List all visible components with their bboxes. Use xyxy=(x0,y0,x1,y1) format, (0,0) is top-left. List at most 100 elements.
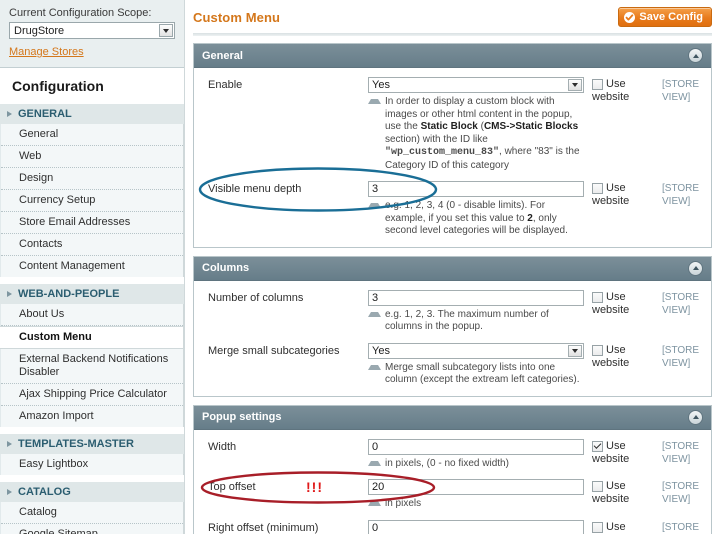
input-number-of-columns[interactable]: 3 xyxy=(368,289,584,306)
nav-group-catalog[interactable]: CATALOG xyxy=(0,481,184,502)
input-right-offset-minimum[interactable]: 0 xyxy=(368,519,584,534)
nav-group-templates-master[interactable]: TEMPLATES-MASTER xyxy=(0,433,184,454)
scope-select[interactable]: DrugStore xyxy=(9,22,175,39)
input-top-offset[interactable]: 20 xyxy=(368,479,584,495)
use-website-number-of-columns[interactable]: Use website xyxy=(584,290,654,317)
use-website-checkbox[interactable] xyxy=(592,481,603,492)
field-label-visible-menu-depth: Visible menu depth xyxy=(208,183,302,195)
collapse-section-icon[interactable] xyxy=(688,260,703,276)
scope-link-width[interactable]: [STORE VIEW] xyxy=(654,439,703,466)
chevron-right-icon xyxy=(7,441,12,447)
sidebar-item-label: External Backend Notifications Disabler xyxy=(19,353,169,378)
section-header-general[interactable]: General xyxy=(194,44,711,68)
use-website-label-line1: Use xyxy=(606,182,626,194)
field-control-width: 0 in pixels, (0 - no fixed width) xyxy=(368,438,584,471)
field-row-merge-small-subcategories: Merge small subcategories Yes Merge small … xyxy=(194,342,711,387)
nav-group-items: General Web Design Currency Setup Store Emai… xyxy=(0,124,184,277)
sidebar-item-web[interactable]: Web xyxy=(1,146,183,168)
manage-stores-link[interactable]: Manage Stores xyxy=(9,46,84,58)
scope-link-right-offset-minimum[interactable]: [STOREVIEW] xyxy=(654,520,703,534)
chevron-right-icon xyxy=(7,291,12,297)
hint-triangle-icon xyxy=(368,460,381,466)
collapse-section-icon[interactable] xyxy=(688,48,703,63)
nav-group-items: About Us Custom Menu External Backend Noti… xyxy=(0,304,184,427)
sidebar-item-label: Store Email Addresses xyxy=(19,216,131,228)
scope-link-merge-small-subcategories[interactable]: [STORE VIEW] xyxy=(654,343,703,370)
scope-link-line1: [STORE xyxy=(662,521,700,533)
field-control-enable: Yes In order to display a custom block wi… xyxy=(368,77,584,172)
scope-link-line1: [STORE xyxy=(662,344,700,356)
use-website-top-offset[interactable]: Use website xyxy=(584,479,654,506)
collapse-section-icon[interactable] xyxy=(688,409,703,425)
scope-link-visible-menu-depth[interactable]: [STORE VIEW] xyxy=(654,181,703,208)
scope-link-line2: VIEW] xyxy=(662,494,691,505)
sidebar-item-label: Google Sitemap xyxy=(19,528,98,534)
admin-page: Current Configuration Scope: DrugStore M… xyxy=(0,0,720,534)
sidebar-item-ajax-shipping-price-calculator[interactable]: Ajax Shipping Price Calculator xyxy=(1,384,183,406)
chevron-down-icon[interactable] xyxy=(159,24,173,37)
sidebar-item-external-backend-notifications-disabler[interactable]: External Backend Notifications Disabler xyxy=(1,349,183,384)
sidebar-item-store-email-addresses[interactable]: Store Email Addresses xyxy=(1,212,183,234)
save-config-button[interactable]: Save Config xyxy=(618,7,712,27)
use-website-checkbox[interactable] xyxy=(592,440,603,452)
use-website-checkbox[interactable] xyxy=(592,183,603,194)
scope-link-enable[interactable]: [STORE VIEW] xyxy=(654,77,703,104)
sidebar-item-label: Currency Setup xyxy=(19,194,96,206)
use-website-right-offset-minimum[interactable]: Usewebsite xyxy=(584,520,654,534)
use-website-label-line1: Use xyxy=(606,343,626,356)
sidebar-item-amazon-import[interactable]: Amazon Import xyxy=(1,406,183,427)
use-website-merge-small-subcategories[interactable]: Use website xyxy=(584,343,654,370)
sidebar-item-contacts[interactable]: Contacts xyxy=(1,234,183,256)
scope-link-top-offset[interactable]: [STORE VIEW] xyxy=(654,479,703,506)
hint-triangle-icon xyxy=(368,311,381,317)
use-website-checkbox[interactable] xyxy=(592,291,603,303)
field-control-merge-small-subcategories: Yes Merge small subcategory lists into on… xyxy=(368,342,584,387)
nav-group-general[interactable]: GENERAL xyxy=(0,103,184,124)
hint-triangle-icon xyxy=(368,364,381,370)
use-website-checkbox[interactable] xyxy=(592,344,603,356)
sidebar-item-about-us[interactable]: About Us xyxy=(1,304,183,326)
sidebar-item-easy-lightbox[interactable]: Easy Lightbox xyxy=(1,454,183,475)
section-header-columns[interactable]: Columns xyxy=(194,256,711,281)
field-row-right-offset-minimum: Right offset (minimum) 0in pixelsUsewebsi… xyxy=(194,519,711,534)
nav-group-web-and-people[interactable]: WEB-AND-PEOPLE xyxy=(0,283,184,304)
page-heading-configuration: Configuration xyxy=(0,68,184,103)
field-hint-text: In order to display a custom block with … xyxy=(385,96,580,171)
nav-group-label: WEB-AND-PEOPLE xyxy=(18,288,120,300)
sidebar-item-label: Ajax Shipping Price Calculator xyxy=(19,388,167,400)
select-merge-small-subcategories[interactable]: Yes xyxy=(368,342,584,359)
scope-link-number-of-columns[interactable]: [STORE VIEW] xyxy=(654,290,703,317)
field-row-width: Width 0 in pixels, (0 - no fixed width) Use… xyxy=(194,438,711,471)
section-title: General xyxy=(202,49,243,62)
chevron-down-icon[interactable] xyxy=(568,79,582,91)
field-hint-text: e.g. 1, 2, 3. The maximum number of colu… xyxy=(385,308,549,333)
use-website-checkbox[interactable] xyxy=(592,79,603,90)
sidebar-item-google-sitemap[interactable]: Google Sitemap xyxy=(1,524,183,534)
select-enable[interactable]: Yes xyxy=(368,77,584,93)
sidebar-item-currency-setup[interactable]: Currency Setup xyxy=(1,190,183,212)
use-website-label-line2: website xyxy=(592,452,630,465)
field-value: 0 xyxy=(372,521,379,534)
sidebar-item-custom-menu[interactable]: Custom Menu xyxy=(0,326,183,349)
field-control-visible-menu-depth: 3 e.g. 1, 2, 3, 4 (0 - disable limits). F… xyxy=(368,181,584,238)
sidebar-item-design[interactable]: Design xyxy=(1,168,183,190)
field-label-top-offset: Top offset xyxy=(208,481,256,493)
use-website-checkbox[interactable] xyxy=(592,521,603,533)
sidebar-item-content-management[interactable]: Content Management xyxy=(1,256,183,277)
section-body: Width 0 in pixels, (0 - no fixed width) Use… xyxy=(194,429,711,534)
scope-link-line2: VIEW] xyxy=(662,92,691,103)
use-website-enable[interactable]: Use website xyxy=(584,77,654,104)
input-visible-menu-depth[interactable]: 3 xyxy=(368,181,584,197)
field-value: 0 xyxy=(372,440,379,453)
use-website-visible-menu-depth[interactable]: Use website xyxy=(584,181,654,208)
chevron-down-icon[interactable] xyxy=(568,344,582,357)
section-header-popup-settings[interactable]: Popup settings xyxy=(194,405,711,430)
use-website-width[interactable]: Use website xyxy=(584,439,654,466)
main-content: Custom Menu Save Config General Enable Yes… xyxy=(185,0,720,534)
input-width[interactable]: 0 xyxy=(368,438,584,455)
sidebar-item-catalog[interactable]: Catalog xyxy=(1,502,183,524)
field-row-visible-menu-depth: Visible menu depth 3 e.g. 1, 2, 3, 4 (0 - … xyxy=(194,181,711,238)
sidebar-item-general[interactable]: General xyxy=(1,124,183,146)
field-hint-text: in pixels xyxy=(385,498,422,509)
scope-link-line2: VIEW] xyxy=(662,357,691,369)
